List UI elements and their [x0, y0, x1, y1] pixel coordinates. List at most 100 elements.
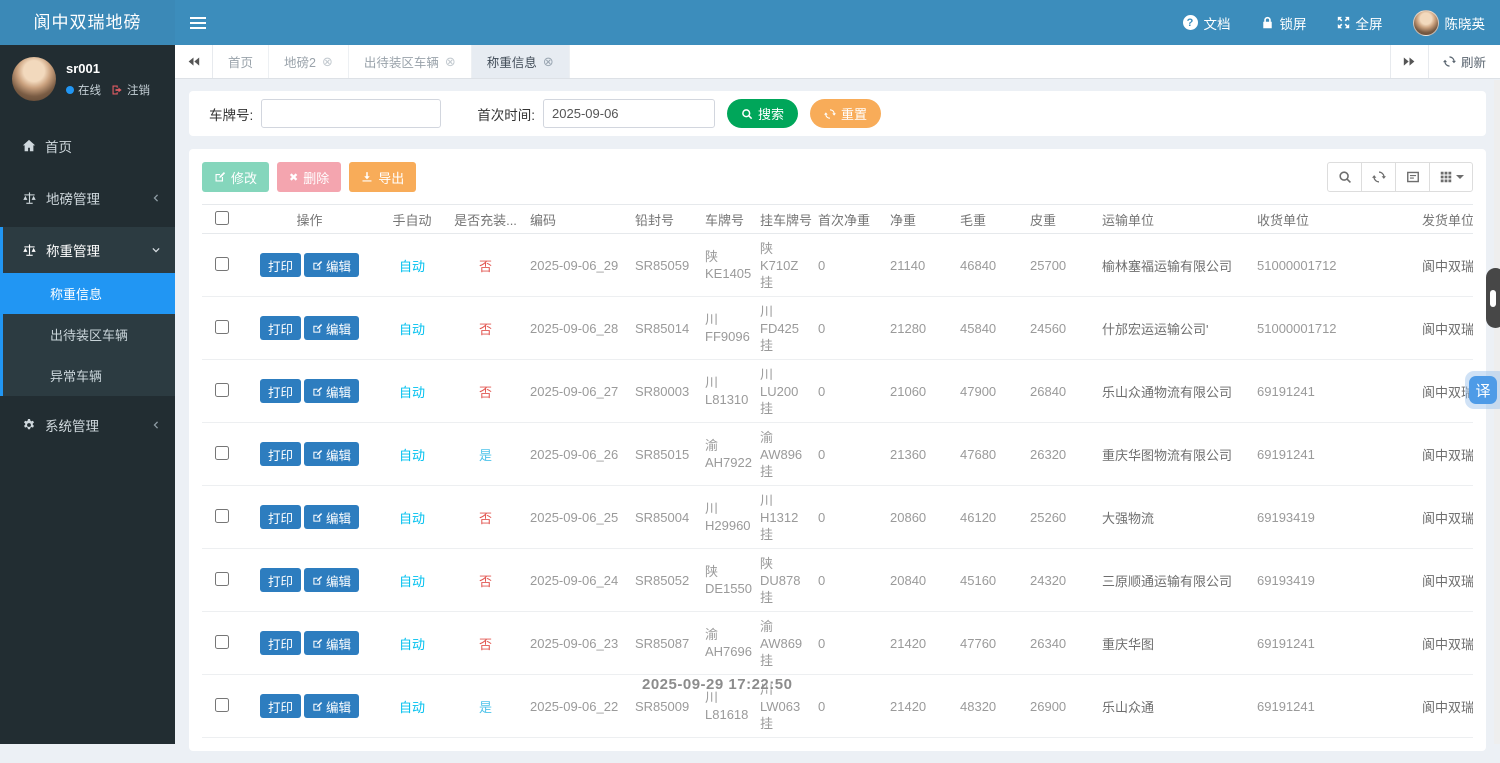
- auto-mode-value: 自动: [399, 700, 425, 715]
- sidebar-item-scale-mgmt[interactable]: 地磅管理: [0, 175, 175, 221]
- print-button[interactable]: 打印: [260, 316, 301, 340]
- submenu-weighing: 称重信息出待装区车辆异常车辆: [3, 273, 175, 396]
- row-checkbox[interactable]: [215, 509, 229, 523]
- sender-cell: 阆中双瑞: [1416, 486, 1473, 549]
- close-tab-icon[interactable]: ⊗: [543, 54, 554, 70]
- docs-button[interactable]: ? 文档: [1168, 0, 1246, 45]
- sidebar-item-system-mgmt[interactable]: 系统管理: [0, 402, 175, 448]
- table-refresh-button[interactable]: [1361, 162, 1396, 192]
- columns-dropdown-button[interactable]: [1429, 162, 1473, 192]
- sidebar-subitem[interactable]: 出待装区车辆: [3, 314, 175, 355]
- print-button[interactable]: 打印: [260, 379, 301, 403]
- sender-cell: 阆中双瑞: [1416, 423, 1473, 486]
- user-menu[interactable]: 陈晓英: [1398, 0, 1500, 45]
- row-checkbox[interactable]: [215, 446, 229, 460]
- tabs-scroll-left-button[interactable]: [175, 45, 213, 78]
- reset-button[interactable]: 重置: [810, 99, 881, 128]
- edit-icon: [312, 575, 323, 586]
- transport-company-cell: 乐山众通: [1096, 675, 1251, 738]
- auto-mode-value: 自动: [399, 448, 425, 463]
- receiver-cell: 69191241: [1251, 423, 1416, 486]
- sidebar-item-home[interactable]: 首页: [0, 123, 175, 169]
- translate-button[interactable]: 译: [1469, 376, 1497, 404]
- print-button[interactable]: 打印: [260, 631, 301, 655]
- transport-company-cell: 三原顺通运输有限公司: [1096, 549, 1251, 612]
- edit-button[interactable]: 编辑: [304, 379, 359, 403]
- select-all-checkbox[interactable]: [215, 211, 229, 225]
- edit-icon: [312, 386, 323, 397]
- row-checkbox[interactable]: [215, 635, 229, 649]
- print-button[interactable]: 打印: [260, 694, 301, 718]
- trailer-plate-cell: 川 H1312 挂: [754, 486, 812, 549]
- edit-button[interactable]: 编辑: [304, 568, 359, 592]
- scrollbar-track[interactable]: [1494, 80, 1500, 744]
- plate-input[interactable]: [261, 99, 441, 128]
- card-view-button[interactable]: [1395, 162, 1430, 192]
- tabs-scroll-right-button[interactable]: [1390, 45, 1428, 78]
- first-time-label: 首次时间:: [477, 104, 535, 124]
- close-tab-icon[interactable]: ⊗: [322, 54, 333, 70]
- logout-link[interactable]: 注销: [127, 82, 150, 98]
- edit-button[interactable]: 编辑: [304, 316, 359, 340]
- receiver-cell: 69191241: [1251, 360, 1416, 423]
- sidebar-subitem[interactable]: 异常车辆: [3, 355, 175, 396]
- code-cell: 2025-09-06_28: [524, 297, 629, 360]
- export-button[interactable]: 导出: [349, 162, 416, 192]
- code-cell: 2025-09-06_25: [524, 486, 629, 549]
- edit-button[interactable]: 编辑: [304, 694, 359, 718]
- row-checkbox[interactable]: [215, 320, 229, 334]
- sidebar-toggle-icon[interactable]: [175, 0, 221, 45]
- fullscreen-icon: [1337, 16, 1350, 29]
- home-icon: [22, 139, 36, 153]
- trailer-plate-cell: 陕 K710Z 挂: [754, 234, 812, 297]
- row-checkbox[interactable]: [215, 257, 229, 271]
- column-header: 手自动: [377, 205, 447, 234]
- plate-cell: 川 L81310: [699, 360, 754, 423]
- table-row: 打印编辑自动否2025-09-06_27SR80003川 L81310川 LU2…: [202, 360, 1473, 423]
- print-button[interactable]: 打印: [260, 442, 301, 466]
- plate-cell: 陕 KE1405: [699, 234, 754, 297]
- tab-称重信息[interactable]: 称重信息⊗: [472, 45, 570, 78]
- first-time-input[interactable]: [543, 99, 715, 128]
- row-checkbox[interactable]: [215, 572, 229, 586]
- search-icon: [741, 108, 753, 120]
- row-checkbox[interactable]: [215, 383, 229, 397]
- scrollbar-thumb[interactable]: [1486, 268, 1500, 328]
- first-net-cell: 0: [812, 297, 884, 360]
- table-row: 打印编辑自动否2025-09-06_23SR85087渝 AH7696渝 AW8…: [202, 612, 1473, 675]
- translate-widget: 译: [1465, 371, 1500, 409]
- sidebar: sr001 在线 注销 首页 地磅管理 称重管: [0, 45, 175, 744]
- fullscreen-button[interactable]: 全屏: [1322, 0, 1398, 45]
- sidebar-item-weighing-mgmt[interactable]: 称重管理: [3, 227, 175, 273]
- edit-button[interactable]: 编辑: [304, 505, 359, 529]
- refresh-tab-button[interactable]: 刷新: [1428, 45, 1500, 78]
- plate-cell: 渝 AH7922: [699, 423, 754, 486]
- edit-button[interactable]: 编辑: [304, 253, 359, 277]
- sidebar-subitem[interactable]: 称重信息: [3, 273, 175, 314]
- print-button[interactable]: 打印: [260, 253, 301, 277]
- sidebar-user-panel: sr001 在线 注销: [0, 45, 175, 115]
- tab-首页[interactable]: 首页: [213, 45, 269, 78]
- print-button[interactable]: 打印: [260, 568, 301, 592]
- table-search-button[interactable]: [1327, 162, 1362, 192]
- column-header: 操作: [242, 205, 377, 234]
- filled-value: 否: [479, 322, 492, 337]
- receiver-cell: 69191241: [1251, 675, 1416, 738]
- chevron-left-icon: [151, 193, 161, 203]
- search-button[interactable]: 搜索: [727, 99, 798, 128]
- edit-button[interactable]: 编辑: [304, 631, 359, 655]
- column-header: 毛重: [954, 205, 1024, 234]
- delete-button[interactable]: ✖ 删除: [277, 162, 341, 192]
- lock-screen-button[interactable]: 锁屏: [1246, 0, 1322, 45]
- trailer-plate-cell: 川 LU200 挂: [754, 360, 812, 423]
- row-checkbox[interactable]: [215, 698, 229, 712]
- modify-button[interactable]: 修改: [202, 162, 269, 192]
- transport-company-cell: 什邡宏运运输公司': [1096, 297, 1251, 360]
- tab-地磅2[interactable]: 地磅2⊗: [269, 45, 349, 78]
- edit-icon: [312, 701, 323, 712]
- tab-出待装区车辆[interactable]: 出待装区车辆⊗: [349, 45, 472, 78]
- column-header: 收货单位: [1251, 205, 1416, 234]
- print-button[interactable]: 打印: [260, 505, 301, 529]
- close-tab-icon[interactable]: ⊗: [445, 54, 456, 70]
- edit-button[interactable]: 编辑: [304, 442, 359, 466]
